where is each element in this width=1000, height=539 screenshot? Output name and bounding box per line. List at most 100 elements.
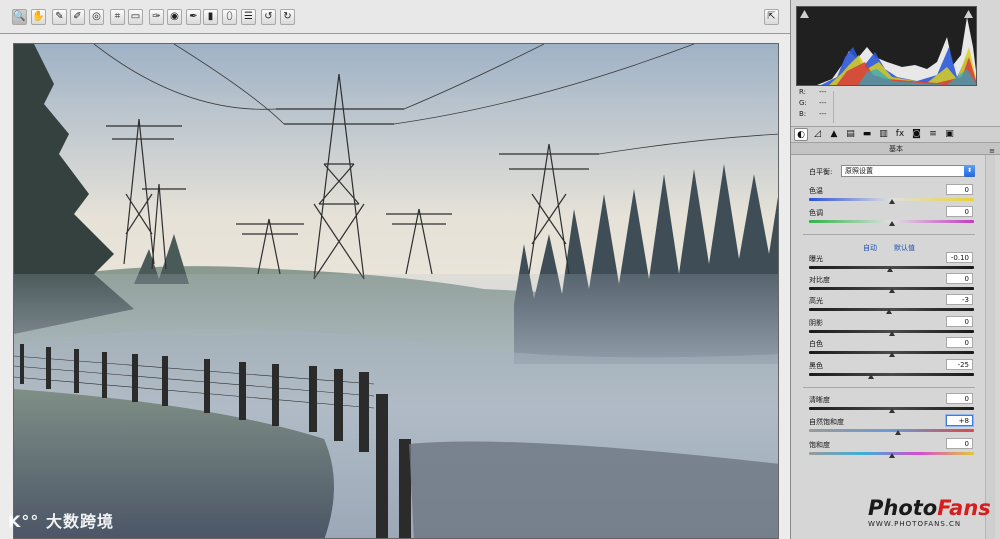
vibrance-label: 自然饱和度: [809, 418, 844, 426]
toolbar: 🔍 ✋ ✎ ✐ ◎ ⌗ ▭ ✑ ◉ ✒ ▮ ⬯ ☰ ↺ ↻ ⇱: [0, 0, 790, 34]
temperature-value-field[interactable]: 0: [946, 184, 973, 195]
snapshots-icon: ▣: [945, 129, 954, 139]
adjustments-panel: R: --- G: --- B: --- ◐ ◿ ▲ ▤ ▬ ▥ fx ◙ ≡ ▣ 基本 ≡ 白平衡: …: [790, 0, 1000, 539]
green-readout: G: ---: [799, 99, 827, 107]
vibrance-slider-handle[interactable]: [895, 430, 902, 435]
watermark-brand: PhotoFans: [868, 496, 991, 520]
eye-icon: ◉: [170, 11, 179, 22]
temperature-slider-row: 色温 0: [791, 184, 1000, 208]
basic-section-header: 基本 ≡: [791, 143, 1000, 155]
temperature-slider-handle[interactable]: [888, 199, 895, 204]
fullscreen-button[interactable]: ⇱: [764, 9, 779, 25]
basic-icon: ◐: [797, 130, 805, 140]
image-canvas-area: [0, 34, 790, 539]
brush-icon: ✑: [152, 11, 161, 22]
red-eye-tool-button[interactable]: ◉: [167, 9, 182, 25]
tint-slider-row: 色调 0: [791, 206, 1000, 230]
saturation-value-field[interactable]: 0: [946, 438, 973, 449]
tone-curve-icon: ◿: [814, 129, 821, 139]
temperature-label: 色温: [809, 187, 823, 195]
panel-scrollbar[interactable]: [985, 155, 995, 539]
rotate-ccw-icon: ↺: [264, 11, 273, 22]
vibrance-slider-track[interactable]: [809, 429, 974, 432]
spot-removal-tool-button[interactable]: ✑: [149, 9, 164, 25]
rotate-left-tool-button[interactable]: ↺: [261, 9, 276, 25]
highlights-slider-row: 高光 -3: [791, 294, 1000, 318]
gradient-icon: ▮: [207, 11, 214, 22]
preferences-tool-button[interactable]: ☰: [241, 9, 256, 25]
section-title: 基本: [889, 145, 903, 153]
watermark-left-logo: K°°: [8, 512, 40, 531]
clarity-slider-handle[interactable]: [888, 408, 895, 413]
tab-lens-corrections[interactable]: ▥: [877, 128, 891, 141]
rotate-right-tool-button[interactable]: ↻: [280, 9, 295, 25]
tab-effects[interactable]: fx: [893, 128, 907, 141]
watermark-url: WWW.PHOTOFANS.CN: [868, 520, 962, 528]
auto-button[interactable]: 自动: [863, 243, 877, 253]
shadow-clipping-warning-icon[interactable]: [800, 9, 809, 18]
panel-tabs: ◐ ◿ ▲ ▤ ▬ ▥ fx ◙ ≡ ▣: [791, 126, 1000, 143]
tab-camera-calibration[interactable]: ◙: [910, 128, 924, 141]
highlights-label: 高光: [809, 297, 823, 305]
highlights-value-field[interactable]: -3: [946, 294, 973, 305]
white-balance-tool-button[interactable]: ✎: [52, 9, 67, 25]
shadows-value-field[interactable]: 0: [946, 316, 973, 327]
paintbrush-icon: ✒: [189, 11, 198, 22]
red-readout: R: ---: [799, 88, 827, 96]
clarity-slider-row: 清晰度 0: [791, 393, 1000, 417]
magnifier-icon: 🔍: [13, 11, 26, 22]
tab-detail[interactable]: ▲: [827, 128, 841, 141]
section-divider: [803, 234, 975, 235]
tab-presets[interactable]: ≡: [926, 128, 940, 141]
tab-snapshots[interactable]: ▣: [943, 128, 957, 141]
section-divider: [803, 387, 975, 388]
clarity-value-field[interactable]: 0: [946, 393, 973, 404]
histogram: [796, 6, 977, 86]
zoom-tool-button[interactable]: 🔍: [12, 9, 27, 25]
photo-preview[interactable]: [13, 43, 779, 539]
whites-slider-handle[interactable]: [888, 352, 895, 357]
contrast-slider-handle[interactable]: [888, 288, 895, 293]
tint-slider-handle[interactable]: [888, 221, 895, 226]
readout-divider: [833, 91, 834, 123]
targeted-adjustment-tool-button[interactable]: ◎: [89, 9, 104, 25]
crop-tool-button[interactable]: ⌗: [110, 9, 125, 25]
tab-basic[interactable]: ◐: [794, 128, 808, 141]
tab-hsl[interactable]: ▤: [844, 128, 858, 141]
highlight-clipping-warning-icon[interactable]: [964, 9, 973, 18]
crop-icon: ⌗: [114, 11, 121, 22]
white-balance-select[interactable]: 原照设置 ⬍: [841, 165, 975, 177]
default-button[interactable]: 默认值: [894, 243, 915, 253]
contrast-label: 对比度: [809, 276, 830, 284]
photo-scene: [14, 44, 778, 538]
exposure-label: 曝光: [809, 255, 823, 263]
histogram-graph: [817, 17, 976, 85]
white-balance-label: 白平衡:: [809, 168, 833, 176]
vibrance-value-field[interactable]: +8: [946, 415, 973, 426]
whites-slider-row: 白色 0: [791, 337, 1000, 361]
blacks-slider-handle[interactable]: [867, 374, 874, 379]
exposure-slider-handle[interactable]: [886, 267, 893, 272]
saturation-slider-row: 饱和度 0: [791, 438, 1000, 462]
tab-tone-curve[interactable]: ◿: [811, 128, 825, 141]
whites-value-field[interactable]: 0: [946, 337, 973, 348]
camera-calibration-icon: ◙: [912, 129, 921, 139]
graduated-filter-tool-button[interactable]: ▮: [203, 9, 218, 25]
adjustment-brush-tool-button[interactable]: ✒: [186, 9, 201, 25]
blacks-value-field[interactable]: -25: [946, 359, 973, 370]
contrast-value-field[interactable]: 0: [946, 273, 973, 284]
highlights-slider-handle[interactable]: [886, 309, 893, 314]
hand-tool-button[interactable]: ✋: [31, 9, 46, 25]
saturation-slider-handle[interactable]: [888, 453, 895, 458]
straighten-tool-button[interactable]: ▭: [128, 9, 143, 25]
tint-value-field[interactable]: 0: [946, 206, 973, 217]
exposure-value-field[interactable]: -0.10: [946, 252, 973, 263]
blacks-slider-track[interactable]: [809, 373, 974, 376]
watermark-right: PhotoFans WWW.PHOTOFANS.CN: [868, 497, 1000, 528]
select-arrows-icon: ⬍: [964, 165, 975, 177]
color-sampler-tool-button[interactable]: ✐: [70, 9, 85, 25]
radial-filter-tool-button[interactable]: ⬯: [222, 9, 237, 25]
shadows-slider-handle[interactable]: [888, 331, 895, 336]
tab-split-toning[interactable]: ▬: [860, 128, 874, 141]
shadows-label: 阴影: [809, 319, 823, 327]
